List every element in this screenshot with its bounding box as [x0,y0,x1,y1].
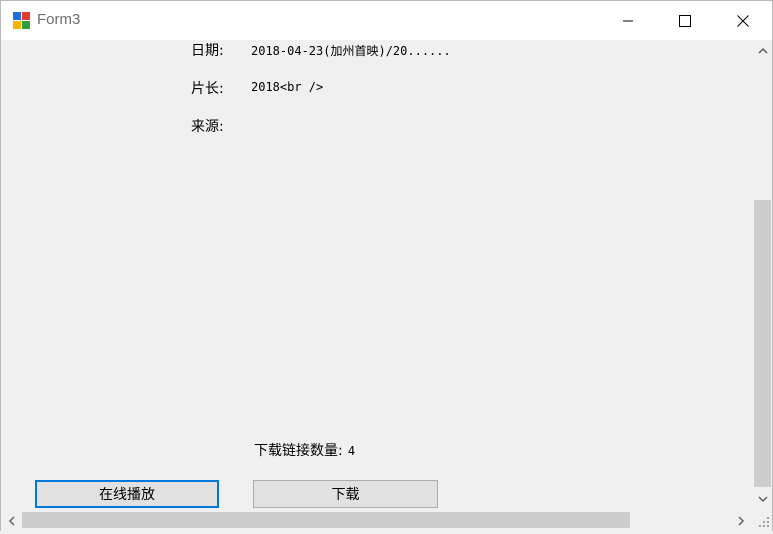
scroll-right-arrow[interactable] [732,512,749,529]
form-client-area: 日期: 2018-04-23(加州首映)/20...... 片长: 2018<b… [1,40,772,531]
scroll-down-arrow[interactable] [754,490,771,507]
app-icon [13,12,30,29]
chevron-up-icon [757,47,768,54]
duration-label: 片长: [191,81,224,97]
resize-grip-icon [759,517,769,527]
date-label: 日期: [191,43,224,59]
maximize-button[interactable] [656,1,714,40]
play-online-button[interactable]: 在线播放 [35,480,219,508]
chevron-left-icon [8,515,15,526]
maximize-icon [679,14,691,27]
size-grip[interactable] [752,510,772,530]
download-count-value: 4 [347,444,356,458]
date-value: 2018-04-23(加州首映)/20...... [251,44,451,58]
horizontal-scrollbar[interactable] [1,510,752,530]
form3-window: Form3 日期: 2018-04-23(加州首映)/20...... 片长: … [0,0,773,531]
minimize-icon [623,20,633,21]
chevron-right-icon [737,515,744,526]
close-button[interactable] [714,1,772,40]
duration-value: 2018<br /> [251,80,324,94]
chevron-down-icon [757,495,768,502]
horizontal-scroll-thumb[interactable] [22,512,630,528]
download-count-label: 下载链接数量: [254,443,343,459]
minimize-button[interactable] [599,1,657,40]
window-title: Form3 [37,11,81,28]
source-label: 来源: [191,119,224,135]
scroll-left-arrow[interactable] [3,512,20,529]
download-count-row: 下载链接数量: 4 [254,440,355,460]
title-bar[interactable]: Form3 [1,1,772,40]
vertical-scrollbar[interactable] [752,40,772,510]
scroll-up-arrow[interactable] [754,42,771,59]
close-icon [737,14,749,27]
vertical-scroll-thumb[interactable] [754,200,771,487]
download-button[interactable]: 下载 [253,480,438,508]
